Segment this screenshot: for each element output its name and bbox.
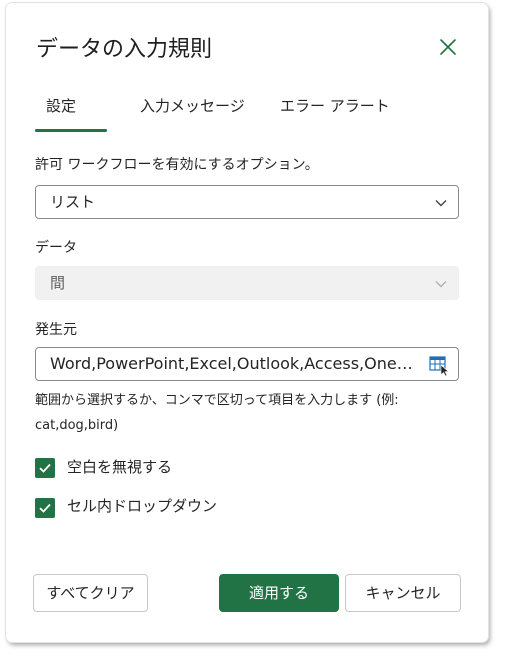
dialog-title: データの入力規則 — [36, 37, 213, 62]
allow-dropdown-value: リスト — [50, 193, 96, 211]
tab-settings[interactable]: 設定 — [46, 95, 76, 117]
allow-dropdown[interactable]: リスト — [35, 185, 459, 219]
source-label: 発生元 — [35, 322, 77, 338]
source-input[interactable]: Word,PowerPoint,Excel,Outlook,Access,One… — [35, 347, 459, 381]
checkmark-icon — [39, 503, 51, 513]
source-hint-line2: cat,dog,bird) — [35, 418, 119, 433]
clear-all-button[interactable]: すべてクリア — [33, 574, 148, 612]
data-dropdown: 間 — [35, 266, 459, 300]
tab-input-message[interactable]: 入力メッセージ — [140, 95, 245, 117]
range-select-icon[interactable] — [429, 354, 451, 376]
tab-selected-indicator — [35, 129, 107, 132]
source-hint-line1: 範囲から選択するか、コンマで区切って項目を入力します (例: — [35, 393, 399, 408]
data-label: データ — [35, 240, 77, 256]
in-cell-dropdown-label[interactable]: セル内ドロップダウン — [67, 495, 217, 517]
in-cell-dropdown-checkbox[interactable] — [35, 498, 55, 518]
data-validation-dialog: データの入力規則 設定 入力メッセージ エラー アラート 許可 ワークフローを有… — [6, 3, 488, 642]
ignore-blank-checkbox[interactable] — [35, 458, 55, 478]
close-button[interactable] — [434, 33, 462, 61]
chevron-down-icon — [435, 200, 447, 207]
allow-label: 許可 ワークフローを有効にするオプション。 — [35, 157, 319, 173]
data-dropdown-value: 間 — [50, 274, 66, 292]
chevron-down-icon — [435, 281, 447, 288]
apply-button[interactable]: 適用する — [219, 574, 339, 612]
cancel-button[interactable]: キャンセル — [345, 574, 461, 612]
close-icon[interactable] — [439, 38, 457, 56]
ignore-blank-label[interactable]: 空白を無視する — [67, 456, 172, 478]
checkmark-icon — [39, 463, 51, 473]
tab-error-alert[interactable]: エラー アラート — [280, 95, 390, 117]
